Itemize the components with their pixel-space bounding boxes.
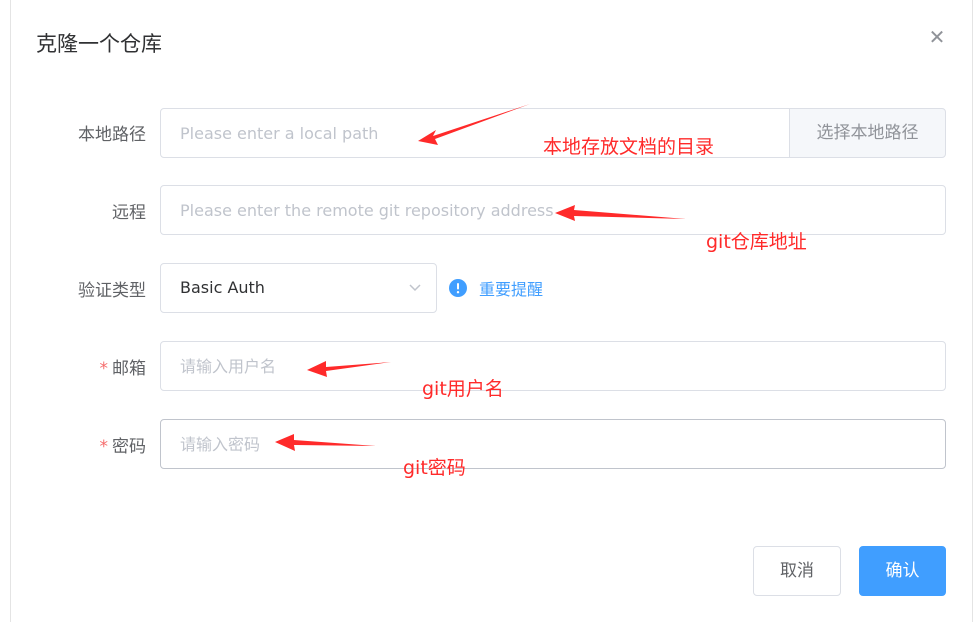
dialog-title: 克隆一个仓库: [36, 32, 162, 56]
clone-repo-dialog: [10, 0, 973, 622]
auth-type-label: 验证类型: [78, 281, 146, 301]
annotation-email: git用户名: [422, 378, 504, 400]
password-label-text: 密码: [112, 437, 146, 457]
remote-input[interactable]: [160, 185, 946, 235]
required-mark: *: [99, 437, 109, 457]
annotation-local-path: 本地存放文档的目录: [543, 136, 715, 158]
required-mark: *: [99, 359, 109, 379]
password-input[interactable]: [160, 419, 946, 469]
password-label: * 密码: [0, 432, 147, 457]
remote-label: 远程: [112, 203, 146, 223]
auth-type-select[interactable]: Basic Auth: [160, 263, 437, 313]
chevron-down-icon: [408, 264, 422, 331]
close-icon[interactable]: ✕: [926, 26, 948, 48]
auth-type-value: Basic Auth: [180, 278, 265, 297]
confirm-button[interactable]: 确认: [859, 546, 946, 596]
important-tip-label: 重要提醒: [479, 280, 544, 299]
cancel-button[interactable]: 取消: [753, 546, 841, 596]
local-path-label: 本地路径: [78, 125, 146, 145]
email-input[interactable]: [160, 341, 946, 391]
annotation-remote: git仓库地址: [706, 231, 807, 253]
choose-local-path-button[interactable]: 选择本地路径: [789, 108, 946, 158]
email-label-text: 邮箱: [112, 359, 146, 379]
email-label: * 邮箱: [0, 354, 147, 379]
exclamation-circle-icon: [449, 279, 467, 297]
important-tip[interactable]: 重要提醒: [449, 276, 543, 300]
annotation-password: git密码: [403, 457, 466, 479]
